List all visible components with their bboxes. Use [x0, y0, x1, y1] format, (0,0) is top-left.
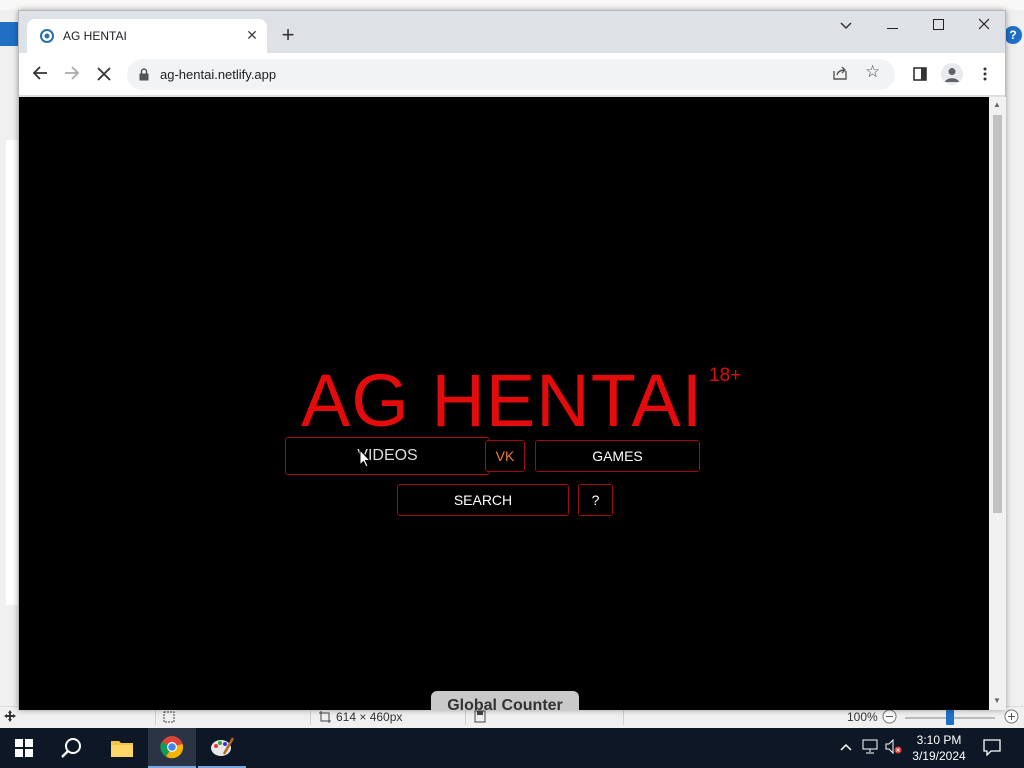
new-tab-button[interactable]: + [277, 24, 299, 46]
search-button[interactable]: SEARCH [397, 484, 569, 516]
vk-button[interactable]: VK [485, 440, 525, 472]
bookmark-star-icon[interactable]: ☆ [865, 62, 880, 82]
browser-toolbar: ag-hentai.netlify.app ☆ [19, 53, 1005, 96]
paint-file-tab[interactable] [0, 22, 18, 46]
tab-strip: AG HENTAI ✕ + [19, 11, 1005, 53]
chrome-taskbar-icon[interactable] [148, 728, 196, 768]
stop-loading-button[interactable] [91, 62, 117, 88]
tab-close-icon[interactable]: ✕ [243, 26, 261, 44]
site-title: AG HENTAI [301, 359, 704, 442]
help-button[interactable]: ? [578, 484, 613, 516]
tab-title: AG HENTAI [63, 29, 127, 43]
minimize-button[interactable] [869, 11, 915, 43]
scroll-up-icon[interactable]: ▲ [993, 100, 1001, 109]
paint-canvas[interactable] [6, 140, 18, 605]
disk-icon [474, 710, 486, 726]
side-panel-icon[interactable] [907, 62, 933, 88]
tab-search-icon[interactable] [823, 11, 869, 43]
page-viewport: AG HENTAI 18+ VIDEOS VK GAMES SEARCH ? G… [19, 97, 989, 710]
back-button[interactable] [27, 62, 53, 88]
selection-icon [162, 710, 176, 727]
search-icon[interactable] [48, 728, 96, 768]
zoom-in-icon[interactable] [1004, 709, 1019, 727]
address-bar[interactable]: ag-hentai.netlify.app ☆ [127, 59, 895, 90]
maximize-button[interactable] [915, 11, 961, 43]
scroll-down-icon[interactable]: ▼ [993, 696, 1001, 705]
menu-kebab-icon[interactable] [972, 62, 998, 88]
videos-button[interactable]: VIDEOS [285, 437, 490, 475]
show-hidden-icons-icon[interactable] [840, 739, 852, 754]
network-icon[interactable] [862, 739, 878, 757]
image-size-text: 614 × 460px [336, 710, 403, 724]
system-clock[interactable]: 3:10 PM 3/19/2024 [904, 732, 974, 764]
notifications-icon[interactable] [983, 739, 1001, 759]
paint-title-strip [0, 0, 1024, 10]
page-scrollbar[interactable]: ▲ ▼ [989, 97, 1006, 710]
profile-avatar-icon[interactable] [941, 63, 963, 85]
zoom-slider-thumb[interactable] [946, 710, 954, 725]
move-icon [4, 710, 16, 725]
paint-taskbar-icon[interactable] [198, 728, 246, 768]
start-button[interactable] [0, 728, 48, 768]
browser-window: AG HENTAI ✕ + ag-hentai.netlify.app ☆ AG… [18, 10, 1006, 710]
age-badge: 18+ [709, 365, 742, 386]
scrollbar-thumb[interactable] [993, 115, 1002, 513]
clock-time: 3:10 PM [916, 733, 962, 747]
lock-icon[interactable] [139, 68, 149, 86]
image-size-icon [318, 710, 332, 727]
url-text[interactable]: ag-hentai.netlify.app [160, 67, 276, 82]
site-favicon-icon [40, 29, 54, 43]
mouse-cursor-icon [359, 448, 372, 473]
zoom-out-icon[interactable] [882, 709, 897, 727]
global-counter[interactable]: Global Counter [431, 691, 579, 710]
clock-date: 3/19/2024 [912, 749, 966, 763]
share-icon[interactable] [832, 65, 848, 86]
close-window-button[interactable] [961, 11, 1007, 43]
taskbar: 3:10 PM 3/19/2024 [0, 728, 1024, 768]
games-button[interactable]: GAMES [535, 440, 700, 472]
zoom-level: 100% [847, 710, 878, 724]
volume-muted-icon[interactable] [885, 738, 903, 757]
forward-button[interactable] [59, 62, 85, 88]
file-explorer-icon[interactable] [98, 728, 146, 768]
tab-active[interactable]: AG HENTAI ✕ [27, 19, 267, 53]
